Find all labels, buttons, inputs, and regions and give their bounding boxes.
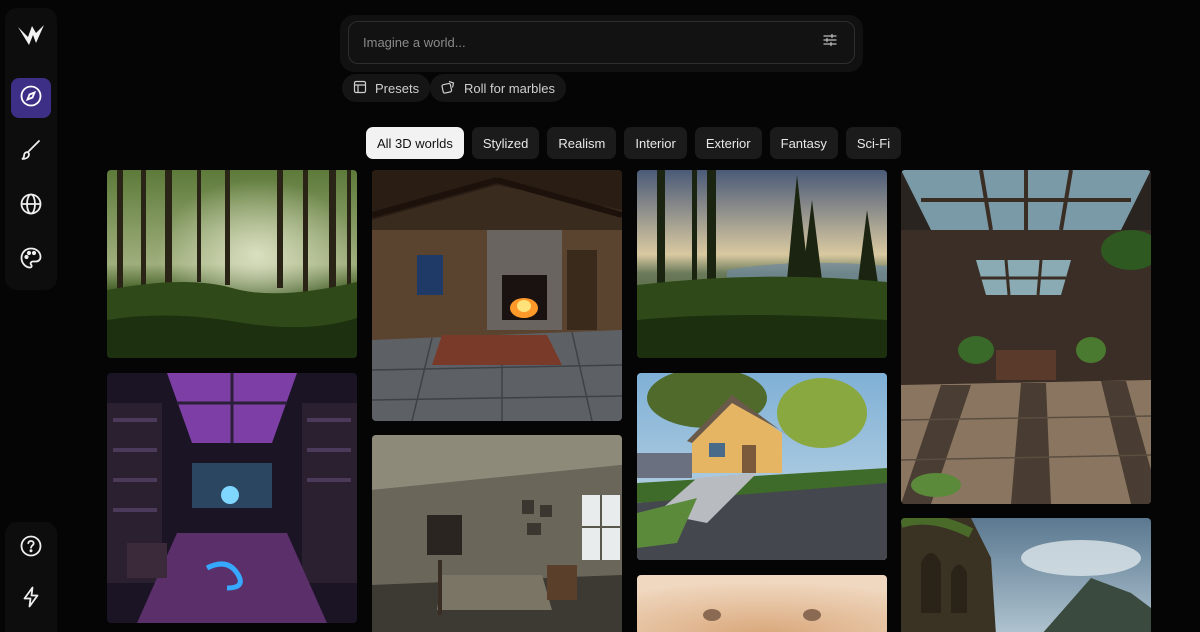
app-root: Presets Roll for marbles All 3D worlds S… (0, 0, 1200, 632)
roll-label: Roll for marbles (464, 80, 556, 96)
brush-icon (19, 138, 43, 167)
dice-icon (441, 79, 456, 97)
roll-for-marbles-button[interactable]: Roll for marbles (430, 74, 567, 102)
search-container (340, 15, 863, 72)
nav-styles-button[interactable] (11, 240, 51, 280)
tab-fantasy[interactable]: Fantasy (769, 127, 838, 159)
nav-explore-button[interactable] (11, 78, 51, 118)
world-card-greenhouse-ruin[interactable] (901, 170, 1151, 504)
world-thumbnail (372, 435, 622, 632)
world-card-suburban-house[interactable] (637, 373, 887, 560)
world-thumbnail (107, 373, 357, 623)
world-card-pine-valley[interactable] (637, 170, 887, 358)
world-thumbnail (637, 575, 887, 632)
tab-interior[interactable]: Interior (624, 127, 687, 159)
presets-label: Presets (375, 80, 420, 96)
help-icon (19, 534, 43, 563)
world-card-forest[interactable] (107, 170, 357, 358)
tab-sci-fi[interactable]: Sci-Fi (845, 127, 902, 159)
tab-stylized[interactable]: Stylized (471, 127, 540, 159)
tab-all-3d-worlds[interactable]: All 3D worlds (366, 127, 464, 159)
world-thumbnail (901, 518, 1151, 632)
world-thumbnail (637, 170, 887, 358)
search-box (348, 21, 855, 64)
world-card-abandoned-bedroom[interactable] (372, 435, 622, 632)
logo-icon[interactable] (11, 16, 51, 56)
lightning-icon (19, 585, 43, 614)
layout-icon (353, 80, 367, 97)
world-card-cabin-fireplace[interactable] (372, 170, 622, 421)
world-thumbnail (637, 373, 887, 560)
world-thumbnail (901, 170, 1151, 504)
sidebar-bottom (5, 522, 57, 632)
world-card-neon-library[interactable] (107, 373, 357, 623)
world-card-closeup[interactable] (637, 575, 887, 632)
compass-icon (19, 84, 43, 113)
tab-realism[interactable]: Realism (547, 127, 617, 159)
upgrade-button[interactable] (11, 581, 51, 618)
nav-worlds-button[interactable] (11, 186, 51, 226)
presets-button[interactable]: Presets (342, 74, 431, 102)
nav-create-button[interactable] (11, 132, 51, 172)
world-thumbnail (372, 170, 622, 421)
world-thumbnail (107, 170, 357, 358)
palette-icon (19, 246, 43, 275)
sliders-icon (822, 32, 838, 53)
world-card-fantasy-cliffs[interactable] (901, 518, 1151, 632)
search-input[interactable] (363, 35, 820, 50)
tab-exterior[interactable]: Exterior (694, 127, 762, 159)
globe-icon (19, 192, 43, 221)
help-button[interactable] (11, 530, 51, 567)
category-tabs: All 3D worlds Stylized Realism Interior … (366, 127, 902, 159)
search-settings-button[interactable] (820, 33, 840, 53)
sidebar (5, 8, 57, 290)
